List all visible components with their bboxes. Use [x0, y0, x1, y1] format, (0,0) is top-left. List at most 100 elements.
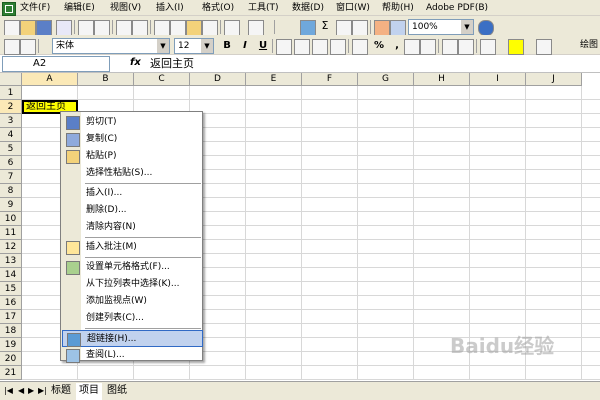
- column-header-e[interactable]: E: [246, 73, 302, 86]
- column-header-d[interactable]: D: [190, 73, 246, 86]
- open-icon[interactable]: [20, 20, 36, 36]
- row-header-18[interactable]: 18: [0, 324, 22, 338]
- borders-icon[interactable]: [480, 39, 496, 55]
- menu-help[interactable]: 帮助(H): [382, 2, 414, 14]
- format-painter-icon[interactable]: [202, 20, 218, 36]
- row-header-8[interactable]: 8: [0, 184, 22, 198]
- menu-adobe-pdf[interactable]: Adobe PDF(B): [426, 2, 488, 14]
- row-header-20[interactable]: 20: [0, 352, 22, 366]
- sort-ascending-icon[interactable]: [336, 20, 352, 36]
- excel-app-icon[interactable]: [2, 2, 16, 16]
- row-header-15[interactable]: 15: [0, 282, 22, 296]
- column-header-c[interactable]: C: [134, 73, 190, 86]
- context-menu-item-9[interactable]: 从下拉列表中选择(K)...: [62, 276, 203, 293]
- context-menu-item-0[interactable]: 剪切(T): [62, 114, 203, 131]
- menu-insert[interactable]: 插入(I): [156, 2, 184, 14]
- row-header-11[interactable]: 11: [0, 226, 22, 240]
- font-name-select[interactable]: 宋体 ▼: [52, 38, 170, 54]
- column-header-b[interactable]: B: [78, 73, 134, 86]
- align-left-icon[interactable]: [276, 39, 292, 55]
- menu-view[interactable]: 视图(V): [110, 2, 141, 14]
- italic-button[interactable]: I: [238, 39, 252, 53]
- bold-button[interactable]: B: [220, 39, 234, 53]
- zoom-select[interactable]: 100% ▼: [408, 19, 474, 35]
- row-header-10[interactable]: 10: [0, 212, 22, 226]
- menu-format[interactable]: 格式(O): [202, 2, 234, 14]
- cut-icon[interactable]: [154, 20, 170, 36]
- column-header-j[interactable]: J: [526, 73, 582, 86]
- context-menu-item-12[interactable]: 超链接(H)...: [62, 330, 203, 347]
- row-header-9[interactable]: 9: [0, 198, 22, 212]
- row-header-14[interactable]: 14: [0, 268, 22, 282]
- increase-decimal-icon[interactable]: [404, 39, 420, 55]
- menu-tools[interactable]: 工具(T): [248, 2, 279, 14]
- row-header-4[interactable]: 4: [0, 128, 22, 142]
- redo-icon[interactable]: [248, 20, 264, 36]
- percent-button[interactable]: %: [372, 39, 386, 53]
- context-menu-item-2[interactable]: 粘贴(P): [62, 148, 203, 165]
- next-sheet-icon[interactable]: ▶: [28, 386, 34, 395]
- first-sheet-icon[interactable]: |◀: [4, 386, 13, 395]
- context-menu-item-6[interactable]: 清除内容(N): [62, 219, 203, 236]
- permission-icon[interactable]: [56, 20, 72, 36]
- row-header-12[interactable]: 12: [0, 240, 22, 254]
- currency-icon[interactable]: [352, 39, 368, 55]
- menu-window[interactable]: 窗口(W): [336, 2, 370, 14]
- row-header-1[interactable]: 1: [0, 86, 22, 100]
- clip-icon[interactable]: [20, 39, 36, 55]
- column-header-a[interactable]: A: [22, 73, 78, 86]
- paste-icon[interactable]: [186, 20, 202, 36]
- context-menu-item-4[interactable]: 插入(I)...: [62, 185, 203, 202]
- insert-hyperlink-icon[interactable]: [300, 20, 316, 36]
- row-header-5[interactable]: 5: [0, 142, 22, 156]
- prev-sheet-icon[interactable]: ◀: [18, 386, 24, 395]
- comma-style-button[interactable]: ,: [390, 39, 404, 53]
- row-header-21[interactable]: 21: [0, 366, 22, 380]
- context-menu-item-5[interactable]: 删除(D)...: [62, 202, 203, 219]
- row-header-17[interactable]: 17: [0, 310, 22, 324]
- save-icon[interactable]: [36, 20, 52, 36]
- new-doc-icon[interactable]: [4, 39, 20, 55]
- context-menu-item-7[interactable]: 插入批注(M): [62, 239, 203, 256]
- row-header-16[interactable]: 16: [0, 296, 22, 310]
- drawing-toolbar-label[interactable]: 绘图: [580, 39, 598, 51]
- print-preview-icon[interactable]: [94, 20, 110, 36]
- context-menu-item-10[interactable]: 添加监视点(W): [62, 293, 203, 310]
- research-icon[interactable]: [132, 20, 148, 36]
- align-center-icon[interactable]: [294, 39, 310, 55]
- font-color-icon[interactable]: [536, 39, 552, 55]
- fill-color-icon[interactable]: [508, 39, 524, 55]
- context-menu-item-3[interactable]: 选择性粘贴(S)...: [62, 165, 203, 182]
- undo-icon[interactable]: [224, 20, 240, 36]
- row-header-2[interactable]: 2: [0, 100, 22, 114]
- print-icon[interactable]: [78, 20, 94, 36]
- select-all-corner[interactable]: [0, 73, 22, 86]
- decrease-indent-icon[interactable]: [442, 39, 458, 55]
- menu-data[interactable]: 数据(D): [292, 2, 324, 14]
- menu-file[interactable]: 文件(F): [20, 2, 50, 14]
- sheet-tab-title[interactable]: 标题: [48, 383, 74, 399]
- chart-wizard-icon[interactable]: [374, 20, 390, 36]
- row-header-3[interactable]: 3: [0, 114, 22, 128]
- last-sheet-icon[interactable]: ▶|: [38, 386, 47, 395]
- drawing-icon[interactable]: [390, 20, 406, 36]
- context-menu-item-8[interactable]: 设置单元格格式(F)...: [62, 259, 203, 276]
- help-icon[interactable]: [478, 20, 494, 36]
- column-header-h[interactable]: H: [414, 73, 470, 86]
- context-menu-item-1[interactable]: 复制(C): [62, 131, 203, 148]
- sort-descending-icon[interactable]: [352, 20, 368, 36]
- merge-center-icon[interactable]: [330, 39, 346, 55]
- new-icon[interactable]: [4, 20, 20, 36]
- row-header-19[interactable]: 19: [0, 338, 22, 352]
- decrease-decimal-icon[interactable]: [420, 39, 436, 55]
- spelling-icon[interactable]: [116, 20, 132, 36]
- context-menu-item-13[interactable]: 查阅(L)...: [62, 347, 203, 364]
- formula-input[interactable]: 返回主页: [150, 56, 194, 72]
- column-header-i[interactable]: I: [470, 73, 526, 86]
- sheet-tab-project[interactable]: 项目: [76, 383, 102, 400]
- menu-edit[interactable]: 编辑(E): [64, 2, 95, 14]
- column-header-g[interactable]: G: [358, 73, 414, 86]
- underline-button[interactable]: U: [256, 39, 270, 53]
- font-size-select[interactable]: 12 ▼: [174, 38, 214, 54]
- autosum-icon[interactable]: Σ: [318, 20, 332, 34]
